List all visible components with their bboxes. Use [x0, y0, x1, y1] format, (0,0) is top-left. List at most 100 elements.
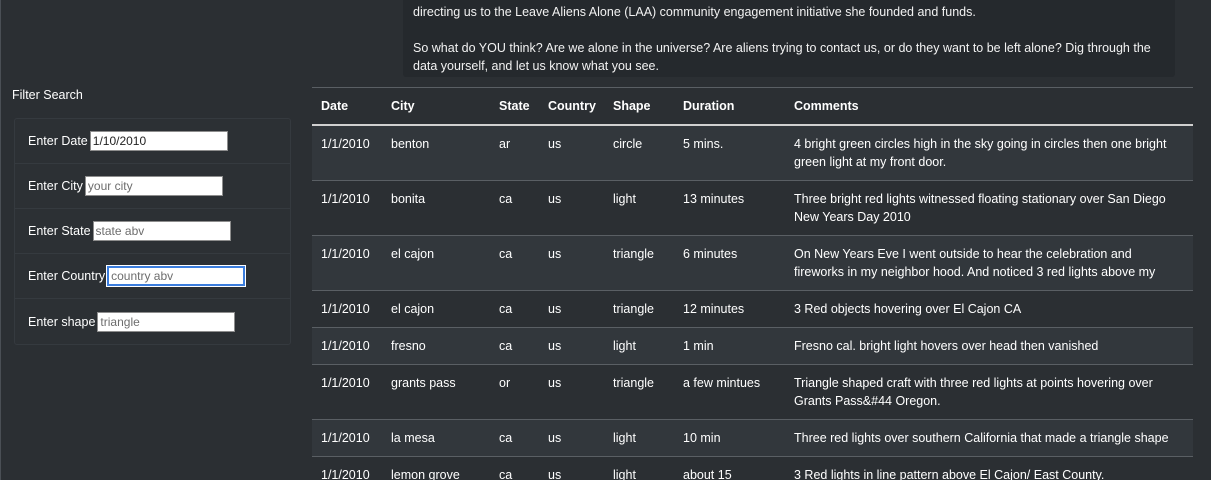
- cell-country: us: [539, 456, 604, 480]
- header-date: Date: [312, 87, 382, 126]
- table-header-row: Date City State Country Shape Duration C…: [312, 87, 1193, 126]
- cell-country: us: [539, 290, 604, 328]
- intro-panel: directing us to the Leave Aliens Alone (…: [403, 0, 1175, 77]
- filter-item-country: Enter Country: [15, 254, 290, 299]
- cell-duration: 6 minutes: [674, 235, 785, 291]
- cell-date: 1/1/2010: [312, 124, 382, 181]
- cell-comments: Triangle shaped craft with three red lig…: [785, 364, 1193, 420]
- header-shape: Shape: [604, 87, 674, 126]
- cell-state: or: [490, 364, 539, 420]
- cell-city: lemon grove: [382, 456, 490, 480]
- cell-state: ca: [490, 180, 539, 236]
- cell-city: grants pass: [382, 364, 490, 420]
- cell-state: ca: [490, 456, 539, 480]
- table-row: 1/1/2010 bonita ca us light 13 minutes T…: [312, 180, 1193, 236]
- cell-date: 1/1/2010: [312, 235, 382, 291]
- header-country: Country: [539, 87, 604, 126]
- cell-country: us: [539, 235, 604, 291]
- filter-item-state: Enter State: [15, 209, 290, 254]
- comments-text: Three red lights over southern Californi…: [794, 430, 1169, 445]
- page: directing us to the Leave Aliens Alone (…: [0, 0, 1211, 480]
- comments-text: Triangle shaped craft with three red lig…: [794, 375, 1153, 408]
- state-input[interactable]: [92, 221, 231, 241]
- cell-country: us: [539, 124, 604, 181]
- cell-city: bonita: [382, 180, 490, 236]
- cell-city: benton: [382, 124, 490, 181]
- cell-country: us: [539, 364, 604, 420]
- filter-list: Enter Date Enter City Enter State Enter …: [14, 118, 291, 345]
- filter-item-city: Enter City: [15, 164, 290, 209]
- cell-comments: 4 bright green circles high in the sky g…: [785, 124, 1193, 181]
- city-label: Enter City: [28, 179, 83, 193]
- header-duration: Duration: [674, 87, 785, 126]
- filter-search-title: Filter Search: [12, 88, 83, 102]
- ufo-table-container: Date City State Country Shape Duration C…: [312, 87, 1193, 480]
- country-input[interactable]: [107, 266, 246, 286]
- table-row: 1/1/2010 benton ar us circle 5 mins. 4 b…: [312, 124, 1193, 181]
- cell-shape: light: [604, 456, 674, 480]
- date-label: Enter Date: [28, 134, 88, 148]
- cell-country: us: [539, 419, 604, 457]
- intro-paragraph-1: directing us to the Leave Aliens Alone (…: [413, 5, 976, 19]
- cell-country: us: [539, 327, 604, 365]
- comments-text: 4 bright green circles high in the sky g…: [794, 136, 1167, 169]
- cell-shape: circle: [604, 124, 674, 181]
- filter-item-date: Enter Date: [15, 119, 290, 164]
- header-state: State: [490, 87, 539, 126]
- cell-shape: light: [604, 180, 674, 236]
- comments-text: On New Years Eve I went outside to hear …: [794, 246, 1156, 279]
- comments-text: Fresno cal. bright light hovers over hea…: [794, 338, 1099, 353]
- table-row: 1/1/2010 la mesa ca us light 10 min Thre…: [312, 419, 1193, 457]
- cell-duration: a few mintues: [674, 364, 785, 420]
- cell-city: la mesa: [382, 419, 490, 457]
- cell-state: ca: [490, 327, 539, 365]
- cell-date: 1/1/2010: [312, 419, 382, 457]
- comments-text: Three bright red lights witnessed floati…: [794, 191, 1166, 224]
- cell-date: 1/1/2010: [312, 456, 382, 480]
- cell-state: ca: [490, 290, 539, 328]
- cell-state: ar: [490, 124, 539, 181]
- cell-shape: triangle: [604, 364, 674, 420]
- cell-duration: about 15: [674, 456, 785, 480]
- cell-country: us: [539, 180, 604, 236]
- window-edge: [0, 0, 1, 480]
- cell-shape: light: [604, 327, 674, 365]
- cell-comments: 3 Red lights in line pattern above El Ca…: [785, 456, 1193, 480]
- cell-duration: 5 mins.: [674, 124, 785, 181]
- intro-paragraph-2: So what do YOU think? Are we alone in th…: [413, 41, 1151, 73]
- cell-comments: Three bright red lights witnessed floati…: [785, 180, 1193, 236]
- cell-date: 1/1/2010: [312, 290, 382, 328]
- cell-duration: 13 minutes: [674, 180, 785, 236]
- cell-state: ca: [490, 419, 539, 457]
- cell-duration: 1 min: [674, 327, 785, 365]
- cell-date: 1/1/2010: [312, 327, 382, 365]
- filter-item-shape: Enter shape: [15, 299, 290, 344]
- cell-city: el cajon: [382, 235, 490, 291]
- table-row: 1/1/2010 fresno ca us light 1 min Fresno…: [312, 327, 1193, 365]
- cell-date: 1/1/2010: [312, 180, 382, 236]
- date-input[interactable]: [89, 131, 228, 151]
- comments-text: 3 Red lights in line pattern above El Ca…: [794, 467, 1105, 480]
- cell-shape: triangle: [604, 235, 674, 291]
- cell-date: 1/1/2010: [312, 364, 382, 420]
- state-label: Enter State: [28, 224, 91, 238]
- header-city: City: [382, 87, 490, 126]
- city-input[interactable]: [84, 176, 223, 196]
- shape-label: Enter shape: [28, 314, 96, 329]
- country-label: Enter Country: [28, 269, 106, 283]
- comments-text: 3 Red objects hovering over El Cajon CA: [794, 301, 1022, 316]
- cell-shape: triangle: [604, 290, 674, 328]
- shape-input[interactable]: [97, 311, 236, 332]
- header-comments: Comments: [785, 87, 1193, 126]
- cell-comments: 3 Red objects hovering over El Cajon CA: [785, 290, 1193, 328]
- table-row: 1/1/2010 grants pass or us triangle a fe…: [312, 364, 1193, 420]
- cell-city: fresno: [382, 327, 490, 365]
- cell-comments: Three red lights over southern Californi…: [785, 419, 1193, 457]
- table-row: 1/1/2010 lemon grove ca us light about 1…: [312, 456, 1193, 480]
- cell-duration: 12 minutes: [674, 290, 785, 328]
- table-row: 1/1/2010 el cajon ca us triangle 12 minu…: [312, 290, 1193, 328]
- cell-state: ca: [490, 235, 539, 291]
- cell-duration: 10 min: [674, 419, 785, 457]
- cell-comments: On New Years Eve I went outside to hear …: [785, 235, 1193, 291]
- cell-shape: light: [604, 419, 674, 457]
